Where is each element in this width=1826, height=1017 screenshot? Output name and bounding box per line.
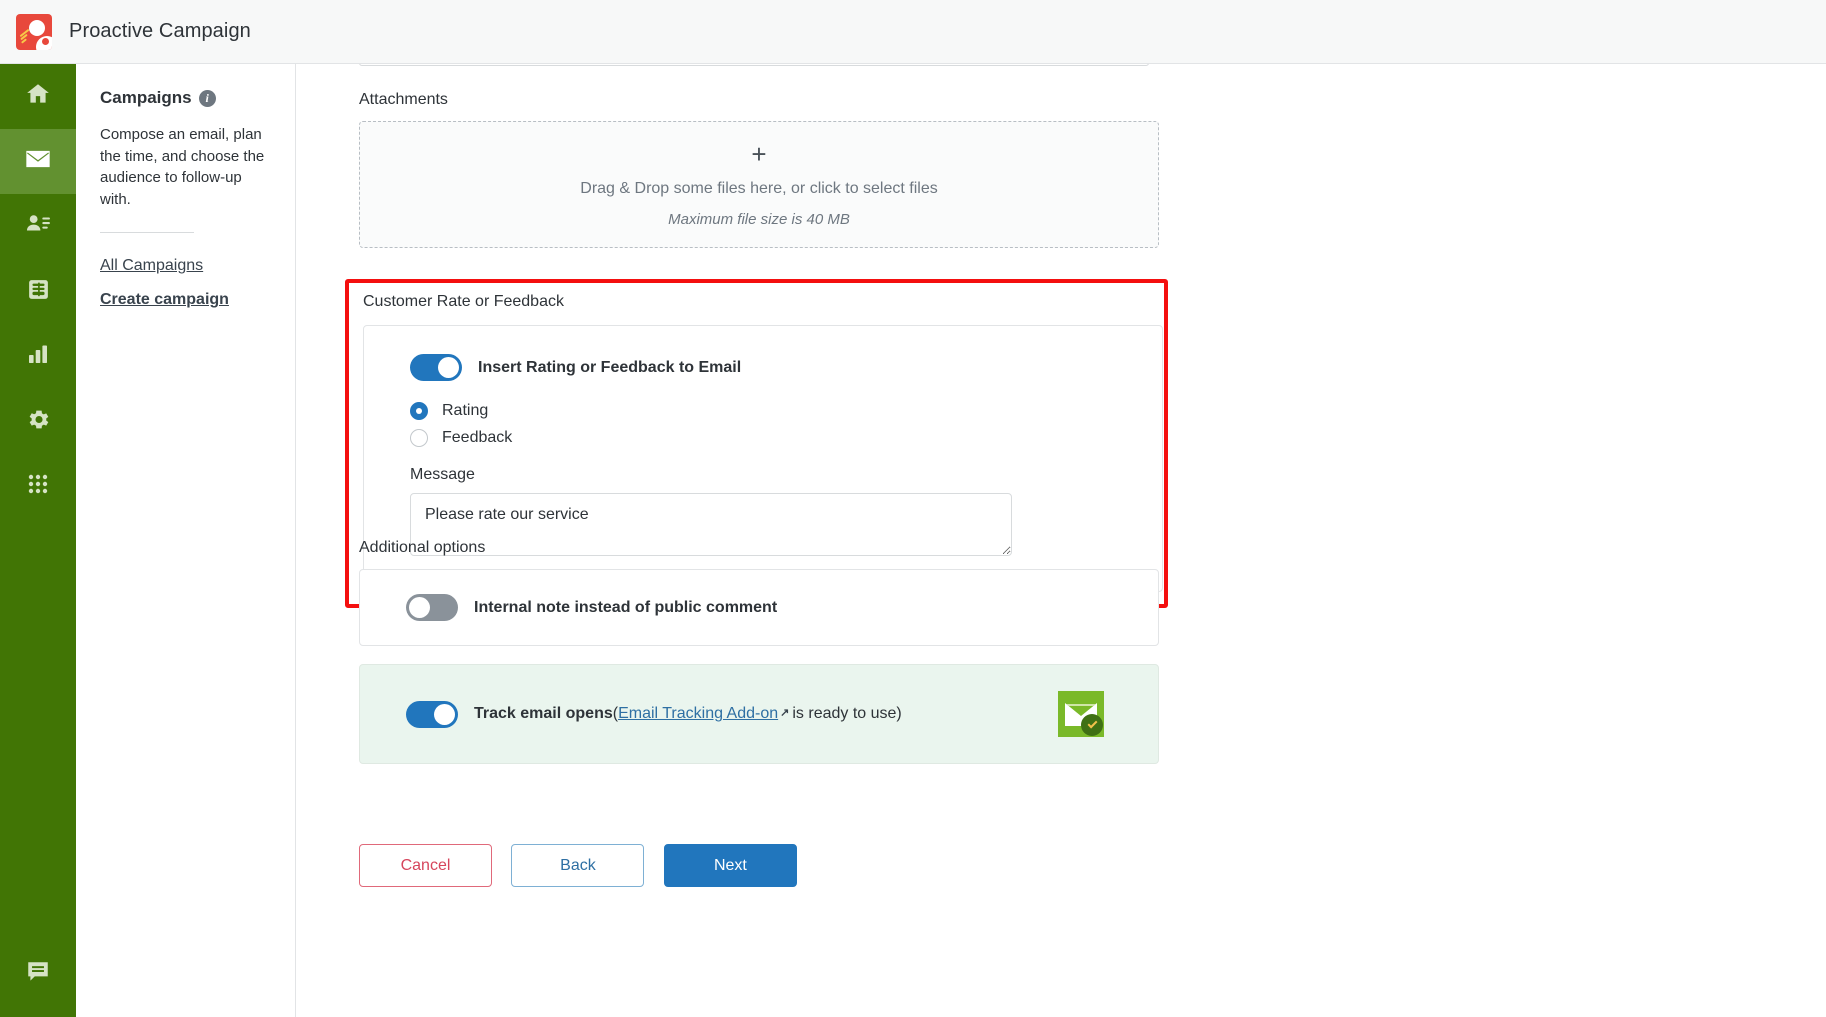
link-create-campaign[interactable]: Create campaign [100, 291, 273, 309]
internal-note-card: Internal note instead of public comment [359, 569, 1159, 646]
dropzone-max-size: Maximum file size is 40 MB [668, 211, 850, 228]
additional-options-label: Additional options [359, 539, 486, 556]
email-tracking-addon-icon [1058, 691, 1104, 737]
campaigns-side-panel: Campaigns i Compose an email, plan the t… [76, 64, 296, 1017]
rail-item-database[interactable] [0, 259, 76, 324]
chat-bubble-icon [25, 959, 51, 990]
icon-rail [0, 64, 76, 1017]
grid-apps-icon [26, 472, 50, 501]
rail-item-home[interactable] [0, 64, 76, 129]
track-email-toggle[interactable] [406, 700, 458, 728]
internal-note-label: Internal note instead of public comment [474, 598, 778, 616]
rail-item-apps[interactable] [0, 454, 76, 519]
insert-rating-toggle-label: Insert Rating or Feedback to Email [478, 358, 742, 376]
next-button[interactable]: Next [663, 844, 797, 887]
app-title: Proactive Campaign [69, 20, 251, 42]
panel-title: Campaigns i [100, 88, 273, 108]
customer-rate-feedback-label: Customer Rate or Feedback [363, 293, 564, 310]
radio-rating-label: Rating [442, 402, 489, 419]
radio-feedback[interactable] [410, 429, 428, 447]
plus-icon: + [751, 139, 767, 169]
panel-divider [100, 232, 194, 234]
back-button[interactable]: Back [511, 844, 645, 887]
scrolled-off-input[interactable] [359, 64, 1149, 66]
rail-item-reports[interactable] [0, 324, 76, 389]
panel-title-text: Campaigns [100, 88, 192, 107]
email-tracking-addon-link[interactable]: Email Tracking Add-on [618, 705, 778, 722]
rail-item-settings[interactable] [0, 389, 76, 454]
track-email-card: Track email opens(Email Tracking Add-on ↗… [359, 664, 1159, 764]
database-icon [26, 277, 51, 307]
radio-feedback-label: Feedback [442, 429, 513, 446]
home-icon [25, 81, 51, 112]
link-all-campaigns[interactable]: All Campaigns [100, 257, 273, 275]
bar-chart-icon [26, 342, 50, 371]
attachments-section: Attachments + Drag & Drop some files her… [359, 91, 1159, 248]
external-link-icon: ↗ [780, 707, 790, 719]
option-feedback-row[interactable]: Feedback [364, 429, 1162, 447]
dropzone-instruction: Drag & Drop some files here, or click to… [580, 180, 938, 197]
rail-item-campaigns[interactable] [0, 129, 76, 194]
app-logo-icon [16, 13, 52, 50]
option-rating-row[interactable]: Rating [364, 402, 1162, 420]
message-label: Message [410, 466, 475, 483]
mail-icon [24, 145, 52, 178]
main-content: Attachments + Drag & Drop some files her… [297, 64, 1826, 1017]
rail-item-chat[interactable] [0, 942, 76, 1007]
attachments-dropzone[interactable]: + Drag & Drop some files here, or click … [359, 121, 1159, 248]
insert-rating-toggle-row: Insert Rating or Feedback to Email [364, 354, 1162, 381]
gear-icon [26, 407, 51, 437]
track-email-suffix: is ready to use) [792, 705, 902, 722]
contacts-icon [25, 211, 51, 242]
top-header-bar: Proactive Campaign [0, 0, 1826, 64]
insert-rating-toggle[interactable] [410, 354, 462, 381]
track-email-label: Track email opens [474, 705, 613, 722]
wizard-footer: Cancel Back Next [359, 844, 797, 887]
panel-description: Compose an email, plan the time, and cho… [100, 126, 265, 208]
cancel-button[interactable]: Cancel [359, 844, 492, 887]
rail-item-contacts[interactable] [0, 194, 76, 259]
radio-rating[interactable] [410, 402, 428, 420]
info-icon[interactable]: i [198, 89, 216, 107]
additional-options-section: Additional options Internal note instead… [359, 539, 1159, 764]
track-email-label-group: Track email opens(Email Tracking Add-on ↗… [474, 705, 902, 723]
attachments-label: Attachments [359, 91, 448, 108]
internal-note-toggle[interactable] [406, 594, 458, 621]
